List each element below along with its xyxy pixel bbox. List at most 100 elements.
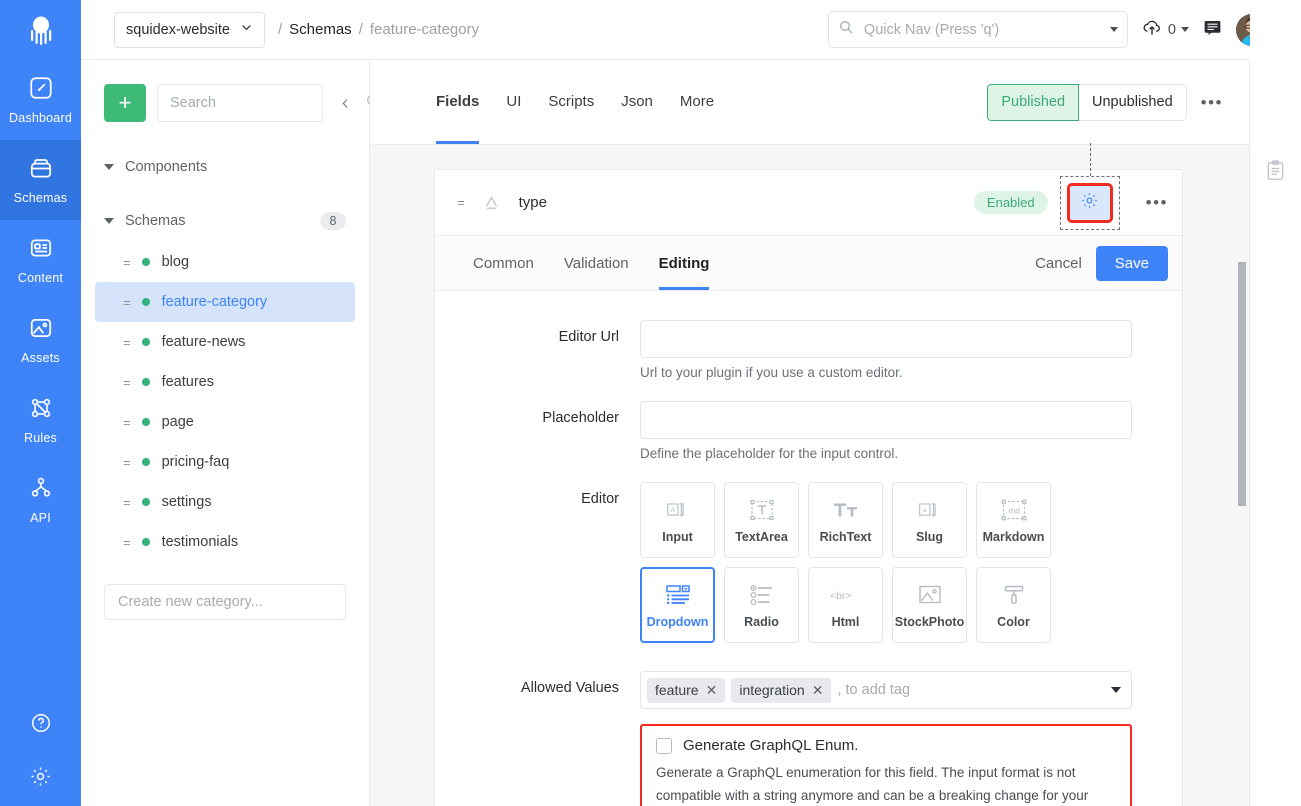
- caret-down-icon[interactable]: [1109, 27, 1118, 32]
- rail-item-assets[interactable]: Assets: [0, 300, 81, 380]
- field-more-button[interactable]: •••: [1146, 194, 1168, 211]
- group-label: Schemas: [125, 213, 186, 229]
- create-category-box[interactable]: [104, 584, 346, 620]
- help-circle-icon: [30, 712, 52, 739]
- rail-item-api[interactable]: API: [0, 460, 81, 540]
- editor-option-radio[interactable]: Radio: [724, 567, 799, 643]
- status-dot: [141, 258, 150, 266]
- help-button[interactable]: [30, 698, 52, 752]
- editor-select-row: Editor A Input TextArea RichText a Slug …: [435, 482, 1132, 643]
- tab-scripts[interactable]: Scripts: [548, 60, 594, 144]
- field-subtabs: Common Validation Editing Cancel Save: [435, 236, 1182, 291]
- tag-pill: feature ✕: [647, 677, 726, 703]
- squidex-octopus-logo[interactable]: [0, 0, 81, 60]
- published-button[interactable]: Published: [987, 83, 1080, 121]
- annotation-guide-line: [1089, 142, 1091, 176]
- subtab-validation[interactable]: Validation: [564, 236, 629, 290]
- schema-search[interactable]: [157, 84, 380, 122]
- status-dot: [141, 418, 150, 426]
- graphql-enum-label: Generate GraphQL Enum.: [683, 737, 859, 754]
- rail-item-rules[interactable]: Rules: [0, 380, 81, 460]
- schema-tabs: Fields UI Scripts Json More: [436, 60, 714, 144]
- graphql-enum-row[interactable]: Generate GraphQL Enum.: [656, 737, 1116, 754]
- scrollbar-thumb[interactable]: [1238, 262, 1246, 506]
- subtab-common[interactable]: Common: [473, 236, 534, 290]
- editor-option-markdown[interactable]: md Markdown: [976, 482, 1051, 558]
- rail-item-schemas[interactable]: Schemas: [0, 140, 81, 220]
- chat-icon[interactable]: [1202, 17, 1223, 43]
- list-item[interactable]: = pricing-faq: [95, 442, 355, 482]
- collapse-sidebar-button[interactable]: [334, 97, 356, 110]
- rail-item-dashboard[interactable]: Dashboard: [0, 60, 81, 140]
- editor-option-html[interactable]: <br> Html: [808, 567, 883, 643]
- editor-option-stockphoto[interactable]: StockPhoto: [892, 567, 967, 643]
- editor-url-hint: Url to your plugin if you use a custom e…: [640, 365, 903, 380]
- tab-ui[interactable]: UI: [506, 60, 521, 144]
- create-category-input[interactable]: [116, 593, 334, 611]
- editor-option-dropdown[interactable]: Dropdown: [640, 567, 715, 643]
- list-item[interactable]: = blog: [95, 242, 355, 282]
- status-dot: [141, 378, 150, 386]
- content-card-icon: [28, 235, 54, 266]
- rail-label: Content: [17, 271, 64, 285]
- graphql-enum-checkbox[interactable]: [656, 737, 672, 754]
- quick-nav-input[interactable]: [861, 20, 1102, 39]
- clipboard-icon-button[interactable]: [1250, 160, 1301, 186]
- caret-down-icon[interactable]: [1111, 687, 1121, 693]
- add-schema-button[interactable]: +: [104, 84, 146, 122]
- drag-handle-icon[interactable]: =: [123, 495, 131, 510]
- cancel-button[interactable]: Cancel: [1035, 255, 1082, 272]
- tab-fields[interactable]: Fields: [436, 60, 480, 144]
- list-item[interactable]: = feature-news: [95, 322, 355, 362]
- breadcrumb-separator: /: [277, 21, 283, 38]
- schema-more-button[interactable]: •••: [1201, 94, 1223, 111]
- quick-nav-search[interactable]: [827, 11, 1128, 48]
- drag-handle-icon[interactable]: =: [123, 455, 131, 470]
- tab-more[interactable]: More: [680, 60, 714, 144]
- close-x-icon[interactable]: ✕: [812, 682, 824, 699]
- drag-handle-icon[interactable]: =: [123, 375, 131, 390]
- placeholder-input[interactable]: [640, 401, 1132, 439]
- group-schemas[interactable]: Schemas 8: [81, 200, 369, 242]
- list-item[interactable]: = page: [95, 402, 355, 442]
- svg-text:A: A: [670, 507, 675, 514]
- schema-sidebar: + Components Schemas 8 = blog: [81, 60, 380, 806]
- breadcrumb-schemas[interactable]: Schemas: [289, 21, 352, 38]
- drag-handle-icon[interactable]: =: [123, 535, 131, 550]
- unpublished-button[interactable]: Unpublished: [1079, 83, 1187, 121]
- editor-option-richtext[interactable]: RichText: [808, 482, 883, 558]
- editor-url-input[interactable]: [640, 320, 1132, 358]
- group-components[interactable]: Components: [81, 146, 369, 188]
- list-item[interactable]: = features: [95, 362, 355, 402]
- field-header: = type Enabled •••: [435, 142, 1182, 236]
- app-selector[interactable]: squidex-website: [114, 11, 265, 48]
- editor-option-color[interactable]: Color: [976, 567, 1051, 643]
- schema-search-input[interactable]: [168, 94, 359, 112]
- placeholder-field: Define the placeholder for the input con…: [640, 401, 1132, 478]
- list-item[interactable]: = testimonials: [95, 522, 355, 562]
- list-item[interactable]: = feature-category: [95, 282, 355, 322]
- drag-handle-icon[interactable]: =: [123, 335, 131, 350]
- textarea-icon: [749, 497, 774, 523]
- gear-icon: [29, 765, 52, 793]
- list-item[interactable]: = settings: [95, 482, 355, 522]
- field-settings-button[interactable]: [1066, 182, 1113, 223]
- drag-handle-icon[interactable]: =: [123, 295, 131, 310]
- settings-button[interactable]: [29, 752, 52, 806]
- editor-option-slug[interactable]: a Slug: [892, 482, 967, 558]
- drag-handle-icon[interactable]: =: [123, 415, 131, 430]
- rail-item-content[interactable]: Content: [0, 220, 81, 300]
- allowed-values-tags-input[interactable]: feature ✕ integration ✕ , to add tag: [640, 671, 1132, 709]
- right-panel: [1250, 60, 1301, 806]
- subtab-editing[interactable]: Editing: [658, 236, 709, 290]
- drag-handle-icon[interactable]: =: [123, 255, 131, 270]
- editor-option-textarea[interactable]: TextArea: [724, 482, 799, 558]
- save-button[interactable]: Save: [1095, 245, 1168, 281]
- breadcrumb: / Schemas / feature-category: [278, 21, 479, 38]
- cloud-status-button[interactable]: 0: [1141, 16, 1189, 43]
- tab-json[interactable]: Json: [621, 60, 653, 144]
- editor-option-input[interactable]: A Input: [640, 482, 715, 558]
- drag-handle-icon[interactable]: =: [457, 195, 465, 210]
- editor-url-field: Url to your plugin if you use a custom e…: [640, 320, 1132, 397]
- close-x-icon[interactable]: ✕: [706, 682, 718, 699]
